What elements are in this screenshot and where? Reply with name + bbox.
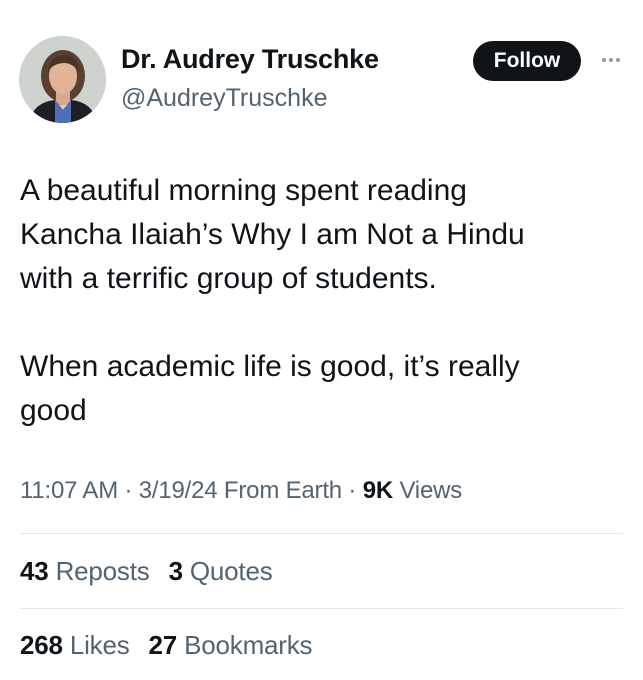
more-options-icon[interactable]: [596, 50, 626, 70]
tweet-time[interactable]: 11:07 AM: [20, 477, 118, 504]
tweet-line: with a terrific group of students.: [20, 262, 437, 295]
author-name[interactable]: Dr. Audrey Truschke: [121, 44, 379, 75]
more-dot: [609, 58, 613, 62]
quotes-link[interactable]: 3 Quotes: [169, 556, 273, 586]
tweet-text: A beautiful morning spent reading Kancha…: [20, 169, 620, 433]
views-label: Views: [399, 477, 463, 504]
tweet-line: A beautiful morning spent reading: [20, 174, 467, 207]
avatar[interactable]: [19, 36, 106, 123]
reposts-count: 43: [20, 556, 49, 586]
likes-count: 268: [20, 630, 63, 660]
quotes-count: 3: [168, 556, 183, 586]
tweet-line: good: [20, 394, 87, 427]
tweet-meta: 11:07 AM · 3/19/24 From Earth · 9K Views: [20, 477, 462, 505]
separator-dot: ·: [348, 477, 363, 504]
divider: [20, 533, 623, 534]
likes-label: Likes: [69, 630, 130, 660]
likes-link[interactable]: 268 Likes: [20, 630, 130, 660]
tweet-source: From Earth: [223, 477, 342, 504]
views-count: 9K: [362, 477, 393, 504]
reposts-label: Reposts: [55, 556, 150, 586]
bookmarks-label: Bookmarks: [184, 630, 313, 660]
tweet-line: When academic life is good, it’s really: [20, 350, 520, 383]
tweet-line: Kancha Ilaiah’s Why I am Not a Hindu: [20, 218, 525, 251]
follow-button[interactable]: Follow: [473, 41, 581, 81]
divider: [20, 608, 623, 609]
more-dot: [616, 58, 620, 62]
bookmarks-link[interactable]: 27 Bookmarks: [149, 630, 313, 660]
author-handle[interactable]: @AudreyTruschke: [121, 84, 327, 113]
tweet-date[interactable]: 3/19/24: [139, 477, 218, 504]
quotes-label: Quotes: [189, 556, 273, 586]
reposts-link[interactable]: 43 Reposts: [20, 556, 150, 586]
repost-stats: 43 Reposts 3 Quotes: [20, 556, 285, 587]
more-dot: [602, 58, 606, 62]
like-stats: 268 Likes 27 Bookmarks: [20, 630, 324, 661]
bookmarks-count: 27: [148, 630, 178, 660]
separator-dot: ·: [124, 477, 139, 504]
